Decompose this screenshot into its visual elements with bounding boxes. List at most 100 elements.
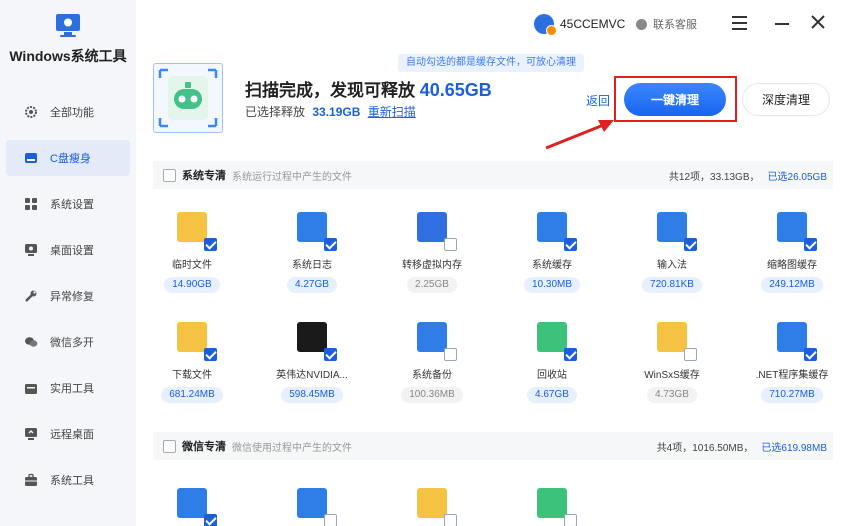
section-count: 共4项，1016.50MB， (656, 442, 754, 454)
hamburger-icon (732, 16, 747, 30)
item-checkbox[interactable] (564, 514, 577, 526)
clean-item[interactable]: 系统日志 4.27GB (272, 212, 352, 293)
sidebar-item-label: 远程桌面 (50, 429, 94, 441)
item-icon (297, 488, 337, 526)
clean-item[interactable]: 英伟达NVIDIA... 598.45MB (272, 322, 352, 403)
item-checkbox[interactable] (204, 514, 217, 526)
item-icon (657, 322, 697, 361)
item-icon (777, 212, 817, 251)
item-checkbox[interactable] (324, 238, 337, 251)
red-arrow-annotation (545, 120, 614, 150)
item-icon (297, 212, 337, 251)
item-checkbox[interactable] (204, 238, 217, 251)
toolbox-icon (24, 381, 38, 395)
sidebar-item-all-features[interactable]: 全部功能 (6, 94, 130, 130)
sidebar-item-system-tools[interactable]: 系统工具 (6, 462, 130, 498)
headset-icon (636, 18, 647, 30)
app-logo: Windows系统工具 (0, 12, 136, 66)
item-name: 系统日志 (292, 260, 332, 271)
clean-item[interactable]: 转移虚拟内存 2.25GB (392, 212, 472, 293)
rescan-link[interactable]: 重新扫描 (368, 105, 416, 119)
sidebar-item-system-settings[interactable]: 系统设置 (6, 186, 130, 222)
sidebar-item-label: 全部功能 (50, 107, 94, 119)
item-checkbox[interactable] (804, 238, 817, 251)
minimize-button[interactable] (772, 14, 792, 32)
scan-result-title: 扫描完成，发现可释放 40.65GB (245, 76, 492, 101)
section-select-all-checkbox[interactable] (163, 168, 176, 182)
selected-size: 33.19GB (312, 105, 361, 119)
item-size-badge: 710.27MB (761, 387, 823, 403)
clean-item[interactable]: 系统缓存 10.30MB (512, 212, 592, 293)
section-select-all-checkbox[interactable] (163, 439, 176, 453)
section-header-system: 系统专清 系统运行过程中产生的文件 共12项，33.13GB， 已选26.05G… (153, 161, 833, 189)
item-size-badge: 249.12MB (761, 277, 823, 293)
item-icon (177, 488, 217, 526)
item-size-badge: 10.30MB (523, 277, 581, 293)
section-selected-size: 已选619.98MB (761, 442, 827, 454)
section-description: 微信使用过程中产生的文件 (232, 442, 352, 454)
clean-item[interactable] (392, 488, 472, 526)
item-checkbox[interactable] (324, 348, 337, 361)
item-checkbox[interactable] (804, 348, 817, 361)
back-link[interactable]: 返回 (586, 92, 610, 109)
item-size-badge: 4.67GB (527, 387, 577, 403)
item-checkbox[interactable] (684, 238, 697, 251)
item-checkbox[interactable] (564, 348, 577, 361)
sidebar: Windows系统工具 全部功能 C盘瘦身 系统设置 桌面设置 异常修复 微信多… (0, 0, 136, 526)
item-checkbox[interactable] (324, 514, 337, 526)
section-description: 系统运行过程中产生的文件 (232, 171, 352, 183)
sidebar-item-utilities[interactable]: 实用工具 (6, 370, 130, 406)
clean-item[interactable] (512, 488, 592, 526)
close-button[interactable] (808, 12, 828, 32)
item-size-badge: 100.36MB (401, 387, 463, 403)
item-checkbox[interactable] (204, 348, 217, 361)
item-checkbox[interactable] (444, 238, 457, 251)
clean-item[interactable]: 临时文件 14.90GB (152, 212, 232, 293)
contact-support-link[interactable]: 联系客服 (636, 16, 697, 32)
item-checkbox[interactable] (444, 514, 457, 526)
auto-select-tip: 自动勾选的都是缓存文件，可放心清理 (398, 54, 584, 72)
briefcase-icon (24, 473, 38, 487)
item-name: 缩略图缓存 (767, 260, 817, 271)
user-account[interactable]: 45CCEMVC (534, 14, 626, 36)
c-drive-icon (24, 151, 38, 165)
section-title: 微信专清 (182, 441, 226, 453)
clean-item[interactable] (272, 488, 352, 526)
menu-button[interactable] (730, 14, 750, 32)
sidebar-item-c-drive[interactable]: C盘瘦身 (6, 140, 130, 176)
item-name: 英伟达NVIDIA... (276, 370, 348, 381)
scan-title-text: 扫描完成，发现可释放 (245, 81, 415, 100)
sidebar-item-desktop-settings[interactable]: 桌面设置 (6, 232, 130, 268)
clean-item[interactable]: WinSxS缓存 4.73GB (632, 322, 712, 403)
deep-clean-button[interactable]: 深度清理 (742, 83, 830, 116)
wrench-icon (24, 289, 38, 303)
selected-label: 已选择释放 (245, 105, 306, 119)
clean-item[interactable]: 系统备份 100.36MB (392, 322, 472, 403)
item-icon (417, 212, 457, 251)
item-icon (417, 488, 457, 526)
one-click-clean-button[interactable]: 一键清理 (624, 83, 726, 116)
wechat-icon (24, 335, 38, 349)
clean-item[interactable]: 缩略图缓存 249.12MB (752, 212, 832, 293)
item-icon (537, 488, 577, 526)
minimize-icon (775, 23, 789, 25)
item-name: 临时文件 (172, 260, 212, 271)
avatar (534, 14, 557, 36)
clean-item[interactable]: 输入法 720.81KB (632, 212, 712, 293)
sidebar-item-label: 实用工具 (50, 383, 94, 395)
item-icon (657, 212, 697, 251)
item-checkbox[interactable] (564, 238, 577, 251)
sidebar-item-remote-desktop[interactable]: 远程桌面 (6, 416, 130, 452)
clean-item[interactable] (152, 488, 232, 526)
item-checkbox[interactable] (684, 348, 697, 361)
username: 45CCEMVC (560, 17, 626, 31)
item-icon (537, 212, 577, 251)
sidebar-item-repair[interactable]: 异常修复 (6, 278, 130, 314)
remote-icon (24, 427, 38, 441)
clean-item[interactable]: .NET程序集缓存 710.27MB (752, 322, 832, 403)
clean-item[interactable]: 下载文件 681.24MB (152, 322, 232, 403)
item-checkbox[interactable] (444, 348, 457, 361)
clean-item[interactable]: 回收站 4.67GB (512, 322, 592, 403)
close-icon (811, 15, 825, 29)
sidebar-item-wechat-multi[interactable]: 微信多开 (6, 324, 130, 360)
